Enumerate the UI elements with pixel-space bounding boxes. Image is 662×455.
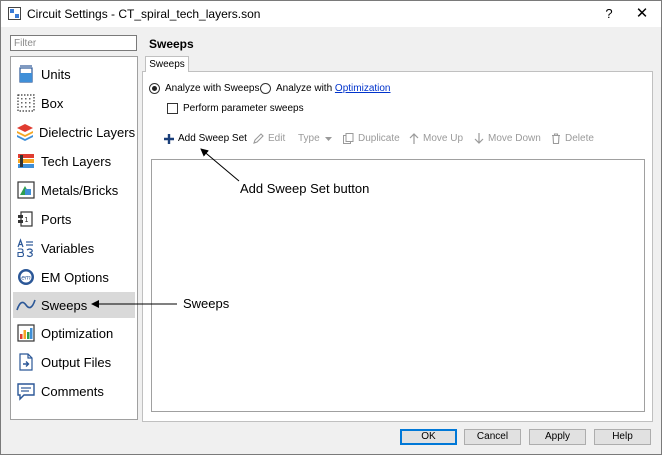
add-sweep-set-annotation: Add Sweep Set button	[240, 181, 370, 196]
nav-label-sweeps: Sweeps	[41, 297, 88, 313]
cancel-button[interactable]: Cancel	[464, 429, 521, 445]
plus-icon	[164, 133, 174, 144]
sweep-set-list[interactable]	[151, 159, 645, 412]
comments-icon	[15, 380, 37, 402]
nav-label-em-options: EM Options	[41, 269, 109, 285]
nav-item-output-files[interactable]: Output Files	[13, 349, 135, 375]
nav-item-ports[interactable]: 1 Ports	[13, 206, 135, 232]
add-sweep-set-button[interactable]: Add Sweep Set	[164, 133, 247, 144]
sweeps-icon	[15, 294, 37, 316]
pencil-icon	[253, 133, 264, 144]
arrow-up-icon	[409, 133, 419, 144]
nav-label-variables: Variables	[41, 240, 95, 256]
sweeps-annotation: Sweeps	[183, 296, 230, 311]
nav-label-dielectric-layers: Dielectric Layers	[39, 124, 136, 140]
svg-text:1: 1	[24, 216, 28, 224]
nav-label-tech-layers: Tech Layers	[41, 153, 112, 169]
type-label: Type	[298, 133, 320, 144]
nav-item-variables[interactable]: Variables	[13, 235, 135, 261]
move-up-button[interactable]: Move Up	[409, 133, 463, 144]
help-title-button[interactable]: ?	[599, 4, 619, 24]
nav-item-comments[interactable]: Comments	[13, 378, 135, 404]
nav-item-sweeps[interactable]: Sweeps	[13, 292, 135, 318]
radio-indicator	[260, 83, 271, 94]
nav-label-ports: Ports	[41, 211, 72, 227]
move-down-button[interactable]: Move Down	[474, 133, 541, 144]
nav-label-output-files: Output Files	[41, 354, 112, 370]
nav-item-units[interactable]: Units	[13, 61, 135, 87]
svg-text:em: em	[21, 275, 31, 282]
radio-indicator	[149, 83, 160, 94]
edit-button[interactable]: Edit	[253, 133, 285, 144]
duplicate-icon	[343, 133, 354, 144]
perform-parameter-sweeps-checkbox[interactable]: Perform parameter sweeps	[167, 103, 304, 114]
radio-analyze-with-sweeps-label: Analyze with Sweeps	[165, 83, 260, 94]
edit-label: Edit	[268, 133, 286, 144]
checkbox-indicator	[167, 103, 178, 114]
add-sweep-set-label: Add Sweep Set	[178, 133, 247, 144]
ports-icon: 1	[15, 208, 37, 230]
nav-item-metals-bricks[interactable]: Metals/Bricks	[13, 177, 135, 203]
duplicate-label: Duplicate	[358, 133, 400, 144]
delete-button[interactable]: Delete	[551, 133, 594, 144]
move-up-label: Move Up	[423, 133, 464, 144]
nav-label-optimization: Optimization	[41, 325, 114, 341]
nav-item-optimization[interactable]: Optimization	[13, 320, 135, 346]
settings-nav-list: Units Box Dielectric Layers Tech Layers …	[10, 56, 138, 420]
duplicate-button[interactable]: Duplicate	[343, 133, 400, 144]
delete-label: Delete	[565, 133, 594, 144]
box-icon	[15, 92, 37, 114]
help-button[interactable]: Help	[594, 429, 651, 445]
title-bar: Circuit Settings - CT_spiral_tech_layers…	[1, 1, 661, 27]
tech-layers-icon	[15, 150, 37, 172]
nav-label-units: Units	[41, 66, 71, 82]
nav-item-tech-layers[interactable]: Tech Layers	[13, 148, 135, 174]
circuit-settings-window: Circuit Settings - CT_spiral_tech_layers…	[0, 0, 662, 455]
app-icon	[8, 7, 21, 20]
optimization-icon	[15, 322, 37, 344]
caret-down-icon	[324, 136, 332, 141]
tab-sweeps[interactable]: Sweeps	[145, 56, 189, 72]
nav-label-box: Box	[41, 95, 64, 111]
window-title: Circuit Settings - CT_spiral_tech_layers…	[27, 7, 261, 21]
nav-label-comments: Comments	[41, 383, 104, 399]
radio-analyze-with-optimization[interactable]: Analyze with Optimization	[260, 83, 391, 94]
units-icon	[15, 63, 37, 85]
perform-parameter-sweeps-label: Perform parameter sweeps	[183, 103, 304, 114]
nav-item-em-options[interactable]: em EM Options	[13, 264, 135, 290]
nav-item-dielectric-layers[interactable]: Dielectric Layers	[13, 119, 135, 145]
nav-item-box[interactable]: Box	[13, 90, 135, 116]
close-button[interactable]: ✕	[631, 4, 653, 24]
variables-icon	[15, 237, 37, 259]
em-options-icon: em	[15, 266, 37, 288]
move-down-label: Move Down	[488, 133, 541, 144]
arrow-down-icon	[474, 133, 484, 144]
output-files-icon	[15, 351, 37, 373]
nav-label-metals-bricks: Metals/Bricks	[41, 182, 119, 198]
optimization-link[interactable]: Optimization	[335, 83, 391, 94]
dielectric-layers-icon	[15, 121, 35, 143]
ok-button[interactable]: OK	[400, 429, 457, 445]
page-title: Sweeps	[149, 37, 194, 51]
apply-button[interactable]: Apply	[529, 429, 586, 445]
filter-input[interactable]	[10, 35, 137, 51]
radio-optimization-prefix: Analyze with	[276, 83, 335, 94]
metals-bricks-icon	[15, 179, 37, 201]
type-dropdown-button[interactable]: Type	[298, 133, 336, 144]
trash-icon	[551, 133, 561, 144]
radio-analyze-with-sweeps[interactable]: Analyze with Sweeps	[149, 83, 260, 94]
